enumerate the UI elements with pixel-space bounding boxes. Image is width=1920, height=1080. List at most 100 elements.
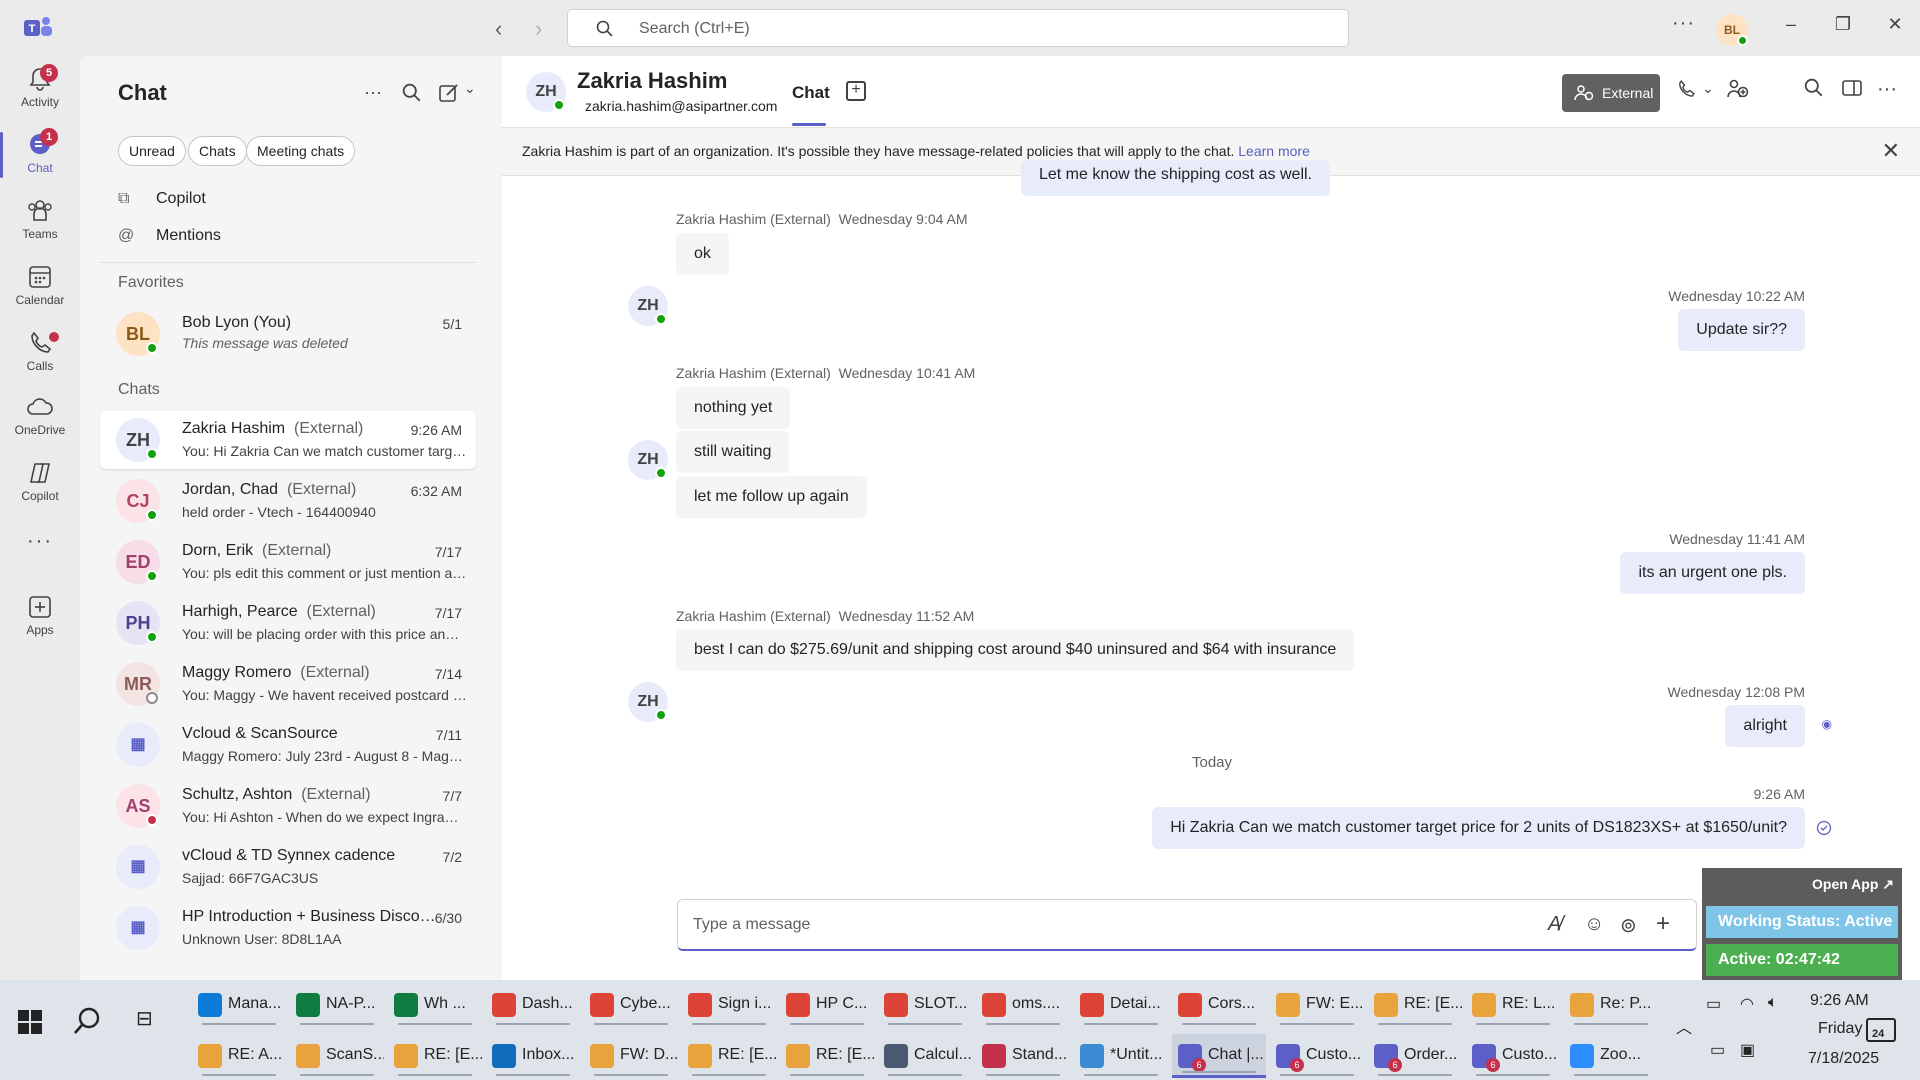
chat-item-jordan-chad[interactable]: CJ Jordan, Chad (External) 6:32 AM held … bbox=[100, 472, 476, 530]
message-compose-box[interactable]: Type a message A̸ ☺ ⊚ + bbox=[677, 899, 1697, 951]
rail-calendar[interactable]: Calendar bbox=[0, 256, 80, 318]
message-bubble-in[interactable]: best I can do $275.69/unit and shipping … bbox=[676, 629, 1355, 671]
search-icon[interactable] bbox=[72, 1006, 102, 1036]
filter-unread[interactable]: Unread bbox=[118, 136, 186, 166]
learn-more-link[interactable]: Learn more bbox=[1238, 143, 1310, 159]
chat-item-hp-introduction[interactable]: ▦ HP Introduction + Business Discovery 6… bbox=[100, 899, 476, 957]
teams-logo-icon[interactable]: T bbox=[22, 14, 54, 42]
tab-chat[interactable]: Chat bbox=[792, 83, 830, 103]
restore-icon[interactable]: ❐ bbox=[1828, 14, 1858, 35]
taskbar-app[interactable]: HP C... bbox=[780, 983, 874, 1027]
message-bubble-out[interactable]: its an urgent one pls. bbox=[1620, 552, 1805, 594]
taskbar-app[interactable]: Stand... bbox=[976, 1034, 1070, 1078]
chats-heading[interactable]: Chats bbox=[118, 381, 160, 399]
close-window-icon[interactable]: ✕ bbox=[1880, 14, 1910, 35]
back-arrow-icon[interactable]: ‹ bbox=[495, 16, 502, 42]
search-icon[interactable] bbox=[402, 83, 422, 103]
taskbar-app[interactable]: RE: [E... bbox=[780, 1034, 874, 1078]
chat-item-vcloud-td-synnex[interactable]: ▦ vCloud & TD Synnex cadence 7/2 Sajjad:… bbox=[100, 838, 476, 896]
taskbar-app[interactable]: Cors... bbox=[1172, 983, 1266, 1027]
add-attachment-icon[interactable]: + bbox=[1656, 910, 1670, 938]
battery-icon[interactable]: ▭ bbox=[1706, 994, 1721, 1014]
taskbar-app[interactable]: Order... 6 bbox=[1368, 1034, 1462, 1078]
taskbar-app[interactable]: RE: [E... bbox=[682, 1034, 776, 1078]
favorites-heading[interactable]: Favorites bbox=[118, 274, 184, 292]
filter-meeting-chats[interactable]: Meeting chats bbox=[246, 136, 356, 166]
side-panel-icon[interactable] bbox=[1841, 78, 1863, 98]
search-icon[interactable] bbox=[1804, 78, 1824, 98]
taskbar-app[interactable]: RE: A... bbox=[192, 1034, 286, 1078]
taskbar-app[interactable]: *Untit... bbox=[1074, 1034, 1168, 1078]
close-banner-icon[interactable]: ✕ bbox=[1882, 138, 1900, 164]
rail-more[interactable]: ··· bbox=[0, 522, 80, 562]
sender-avatar[interactable]: ZH bbox=[628, 682, 668, 722]
clock-day[interactable]: Friday bbox=[1818, 1020, 1862, 1038]
pinned-copilot[interactable]: ⧉ Copilot bbox=[118, 190, 206, 208]
taskbar-app[interactable]: SLOT... bbox=[878, 983, 972, 1027]
taskbar-app[interactable]: Chat |... 6 bbox=[1172, 1034, 1266, 1078]
emoji-icon[interactable]: ☺ bbox=[1584, 913, 1604, 936]
taskbar-app[interactable]: Detai... bbox=[1074, 983, 1168, 1027]
rail-activity[interactable]: 5 Activity bbox=[0, 58, 80, 120]
taskbar-app[interactable]: Inbox... bbox=[486, 1034, 580, 1078]
rail-apps[interactable]: Apps bbox=[0, 586, 80, 648]
message-bubble-out[interactable]: Hi Zakria Can we match customer target p… bbox=[1152, 807, 1805, 849]
taskbar-app[interactable]: RE: [E... bbox=[388, 1034, 482, 1078]
taskbar-app[interactable]: ScanS... bbox=[290, 1034, 384, 1078]
message-bubble-out[interactable]: Let me know the shipping cost as well. bbox=[1020, 160, 1330, 196]
message-bubble-in[interactable]: let me follow up again bbox=[676, 476, 867, 518]
message-bubble-out[interactable]: alright bbox=[1725, 705, 1805, 747]
windows-start-icon[interactable] bbox=[18, 1010, 42, 1034]
message-bubble-in[interactable]: ok bbox=[676, 233, 729, 275]
wifi-icon[interactable]: ◠ bbox=[1740, 994, 1754, 1014]
chat-item-zakria-hashim[interactable]: ZH Zakria Hashim (External) 9:26 AM You:… bbox=[100, 411, 476, 469]
more-options-icon[interactable]: ··· bbox=[1672, 12, 1695, 35]
contact-name[interactable]: Zakria Hashim bbox=[577, 68, 727, 94]
task-view-icon[interactable]: ⊟ bbox=[136, 1006, 153, 1031]
taskbar-app[interactable]: Sign i... bbox=[682, 983, 776, 1027]
more-options-icon[interactable]: ··· bbox=[1877, 78, 1897, 101]
clock-date[interactable]: 7/18/2025 bbox=[1808, 1050, 1879, 1068]
message-bubble-out[interactable]: Update sir?? bbox=[1678, 309, 1805, 351]
taskbar-app[interactable]: NA-P... bbox=[290, 983, 384, 1027]
taskbar-app[interactable]: FW: D... bbox=[584, 1034, 678, 1078]
chevron-up-icon[interactable]: ︿ bbox=[1676, 1014, 1692, 1038]
format-icon[interactable]: A̸ bbox=[1548, 913, 1561, 936]
search-box[interactable]: Search (Ctrl+E) bbox=[567, 9, 1349, 47]
message-bubble-in[interactable]: still waiting bbox=[676, 431, 790, 473]
taskbar-app[interactable]: Wh ... bbox=[388, 983, 482, 1027]
chat-item-bob-lyon[interactable]: BL Bob Lyon (You) 5/1 This message was d… bbox=[100, 305, 476, 363]
taskbar-app[interactable]: RE: L... bbox=[1466, 983, 1560, 1027]
taskbar-app[interactable]: oms.... bbox=[976, 983, 1070, 1027]
minimize-icon[interactable]: – bbox=[1776, 14, 1806, 35]
taskbar-app[interactable]: Re: P... bbox=[1564, 983, 1658, 1027]
taskbar-app[interactable]: Zoo... bbox=[1564, 1034, 1658, 1078]
rail-calls[interactable]: Calls bbox=[0, 322, 80, 384]
taskbar-app[interactable]: FW: E... bbox=[1270, 983, 1364, 1027]
volume-icon[interactable]: 🔈︎ bbox=[1768, 994, 1778, 1012]
taskbar-app[interactable]: Mana... bbox=[192, 983, 286, 1027]
display-icon[interactable]: ▭ bbox=[1710, 1040, 1725, 1060]
rail-chat[interactable]: 1 Chat bbox=[0, 124, 80, 186]
filter-chats[interactable]: Chats bbox=[188, 136, 247, 166]
taskbar-app[interactable]: Custo... 6 bbox=[1466, 1034, 1560, 1078]
pinned-mentions[interactable]: @ Mentions bbox=[118, 227, 221, 245]
add-tab-icon[interactable]: + bbox=[846, 81, 866, 101]
new-chat-icon[interactable] bbox=[438, 82, 460, 104]
profile-avatar[interactable]: BL bbox=[1716, 14, 1748, 46]
rail-copilot[interactable]: Copilot bbox=[0, 452, 80, 514]
add-people-icon[interactable] bbox=[1726, 78, 1750, 100]
taskbar-app[interactable]: Cybe... bbox=[584, 983, 678, 1027]
contact-avatar[interactable]: ZH bbox=[526, 72, 566, 112]
taskbar-app[interactable]: RE: [E... bbox=[1368, 983, 1462, 1027]
more-options-icon[interactable]: ··· bbox=[364, 82, 382, 103]
taskbar-app[interactable]: Calcul... bbox=[878, 1034, 972, 1078]
clock-time[interactable]: 9:26 AM bbox=[1810, 992, 1869, 1010]
chat-item-schultz-ashton[interactable]: AS Schultz, Ashton (External) 7/7 You: H… bbox=[100, 777, 476, 835]
chat-item-vcloud-scansource[interactable]: ▦ Vcloud & ScanSource 7/11 Maggy Romero:… bbox=[100, 716, 476, 774]
taskbar-app[interactable]: Dash... bbox=[486, 983, 580, 1027]
rail-teams[interactable]: Teams bbox=[0, 190, 80, 252]
chat-item-maggy-romero[interactable]: MR Maggy Romero (External) 7/14 You: Mag… bbox=[100, 655, 476, 713]
notifications-icon[interactable]: 24 bbox=[1866, 1018, 1896, 1042]
loop-icon[interactable]: ⊚ bbox=[1620, 913, 1637, 938]
